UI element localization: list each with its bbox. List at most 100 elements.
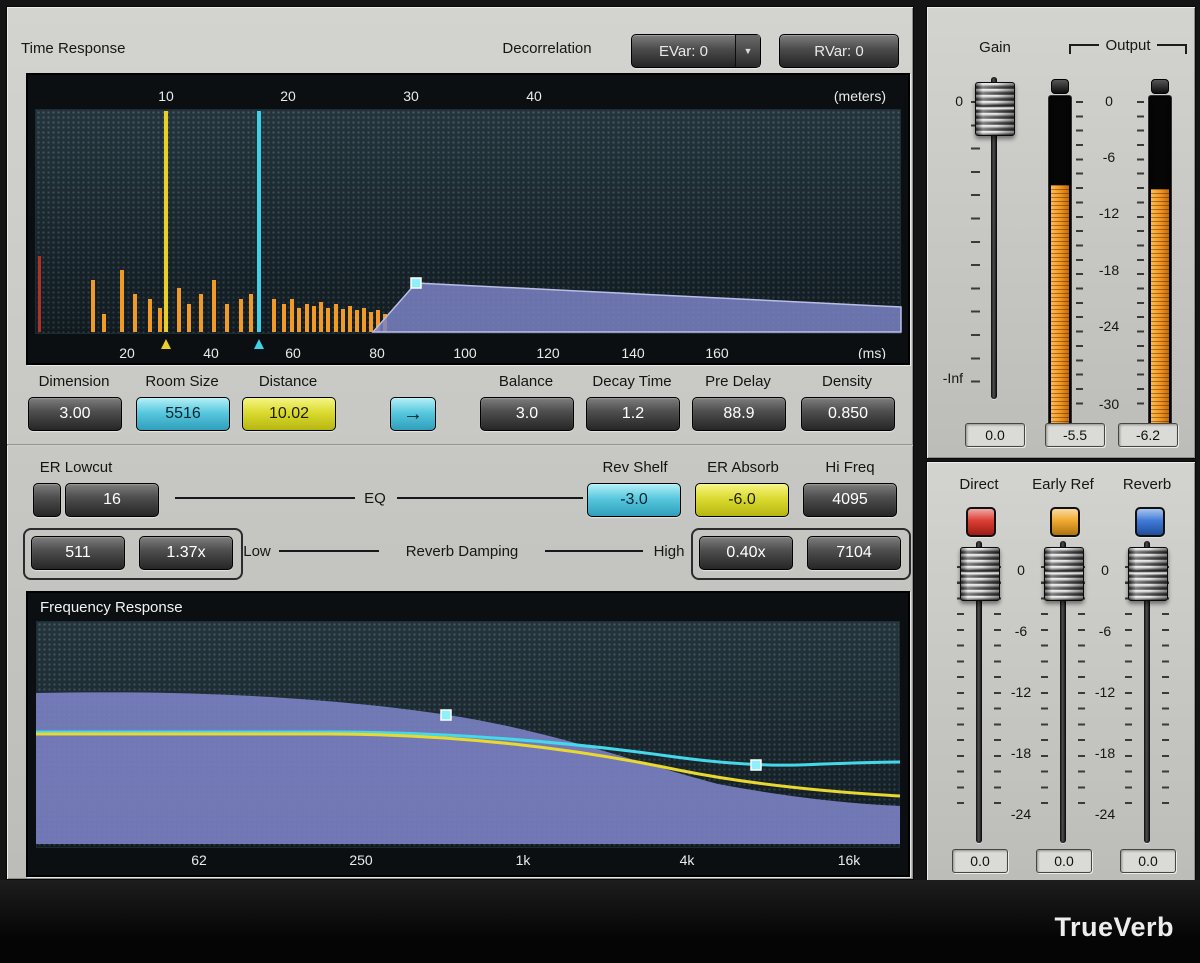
- eq-line-right: [397, 497, 583, 499]
- reverb-fader-knob[interactable]: [1128, 547, 1168, 601]
- reverb-level-area: [36, 692, 900, 844]
- rev-shelf-value[interactable]: -3.0: [587, 483, 681, 517]
- early-ref-label: Early Ref: [1023, 476, 1103, 494]
- distance-marker-line[interactable]: [164, 111, 168, 332]
- gain-label: Gain: [965, 39, 1025, 57]
- bottom-bar: TrueVerb: [0, 880, 1200, 963]
- mixer-scale-24: -24: [1087, 807, 1123, 822]
- pre-delay-value[interactable]: 88.9: [692, 397, 786, 431]
- output-left-peak-readout[interactable]: -5.5: [1045, 423, 1105, 447]
- distance-marker-triangle[interactable]: [161, 339, 171, 349]
- gain-readout[interactable]: 0.0: [965, 423, 1025, 447]
- rvar-button[interactable]: RVar: 0: [779, 34, 899, 68]
- reverb-mute-button[interactable]: [1135, 507, 1165, 537]
- frequency-response-plot: Frequency Response 62 250 1k 4k 16k: [28, 593, 904, 871]
- early-ref-mute-button[interactable]: [1050, 507, 1080, 537]
- bottom-axis-tick: 120: [536, 345, 560, 359]
- damping-high-freq-value[interactable]: 7104: [807, 536, 901, 570]
- damping-title: Reverb Damping: [387, 543, 537, 561]
- gain-fader-ticks: [971, 101, 980, 383]
- output-right-peak-readout[interactable]: -6.2: [1118, 423, 1178, 447]
- impulse-bars: [91, 270, 387, 332]
- time-response-plot: 10 20 30 40 (meters) 20 40 60 80 100 120: [28, 75, 904, 359]
- dimension-label: Dimension: [22, 373, 126, 390]
- reverb-label: Reverb: [1107, 476, 1187, 494]
- freq-axis-tick: 1k: [516, 852, 532, 868]
- pre-delay-label: Pre Delay: [686, 373, 790, 390]
- damping-high-ratio-value[interactable]: 0.40x: [699, 536, 793, 570]
- distance-link-arrow-button[interactable]: →: [390, 397, 436, 431]
- damping-low-freq-value[interactable]: 511: [31, 536, 125, 570]
- er-lowcut-toggle-button[interactable]: [33, 483, 61, 517]
- mixer-scale-12: -12: [1003, 685, 1039, 700]
- gain-scale-top: 0: [937, 94, 963, 109]
- freq-axis-tick: 62: [191, 852, 207, 868]
- early-ref-fader-knob[interactable]: [1044, 547, 1084, 601]
- dimension-value[interactable]: 3.00: [28, 397, 122, 431]
- damping-high-label: High: [647, 543, 691, 561]
- mixer-panel: Direct Early Ref Reverb 0 -6 -12 -18 -24…: [926, 461, 1196, 882]
- hi-freq-value[interactable]: 4095: [803, 483, 897, 517]
- gain-fader-knob[interactable]: [975, 82, 1015, 136]
- decay-time-value[interactable]: 1.2: [586, 397, 680, 431]
- meter-ticks-right: [1137, 101, 1144, 407]
- mixer-scale-0: 0: [1087, 563, 1123, 578]
- eq-title: EQ: [355, 490, 395, 508]
- top-axis-tick: 40: [526, 88, 542, 104]
- direct-sound-line: [38, 256, 41, 332]
- bottom-axis-tick: 160: [705, 345, 729, 359]
- top-axis-tick: 10: [158, 88, 174, 104]
- output-label: Output: [1099, 37, 1156, 55]
- direct-fader-ticks: [957, 566, 964, 818]
- er-lowcut-value[interactable]: 16: [65, 483, 159, 517]
- freq-axis-tick: 250: [349, 852, 373, 868]
- early-ref-readout[interactable]: 0.0: [1036, 849, 1092, 873]
- mixer-scale-24: -24: [1003, 807, 1039, 822]
- section-divider: [7, 444, 913, 446]
- room-size-label: Room Size: [130, 373, 234, 390]
- er-lowcut-label: ER Lowcut: [24, 459, 128, 476]
- meter-ticks-left: [1076, 101, 1083, 407]
- right-meter-clip-indicator[interactable]: [1151, 79, 1169, 94]
- bottom-axis-tick: 140: [621, 345, 645, 359]
- output-meter-left: [1048, 95, 1072, 427]
- reverb-readout[interactable]: 0.0: [1120, 849, 1176, 873]
- top-axis-unit: (meters): [834, 88, 886, 104]
- direct-fader-knob[interactable]: [960, 547, 1000, 601]
- evar-dropdown-arrow-icon[interactable]: ▼: [735, 35, 760, 67]
- output-meter-right-fill: [1151, 189, 1169, 424]
- mixer-scale-6: -6: [1087, 624, 1123, 639]
- direct-label: Direct: [939, 476, 1019, 494]
- distance-value[interactable]: 10.02: [242, 397, 336, 431]
- meter-scale-0: 0: [1087, 94, 1131, 109]
- room-size-value[interactable]: 5516: [136, 397, 230, 431]
- frequency-response-title: Frequency Response: [40, 599, 183, 616]
- mixer-scale-18: -18: [1087, 746, 1123, 761]
- meter-scale-18: -18: [1087, 263, 1131, 278]
- evar-button[interactable]: EVar: 0 ▼: [631, 34, 761, 68]
- balance-label: Balance: [474, 373, 578, 390]
- bottom-axis-tick: 80: [369, 345, 385, 359]
- direct-mute-button[interactable]: [966, 507, 996, 537]
- top-axis-tick: 30: [403, 88, 419, 104]
- hi-freq-handle[interactable]: [751, 760, 761, 770]
- envelope-handle[interactable]: [411, 278, 421, 288]
- balance-value[interactable]: 3.0: [480, 397, 574, 431]
- output-meter-left-fill: [1051, 185, 1069, 424]
- shelf-handle[interactable]: [441, 710, 451, 720]
- er-absorb-value[interactable]: -6.0: [695, 483, 789, 517]
- evar-value: EVar: 0: [632, 35, 735, 67]
- decorrelation-label: Decorrelation: [487, 40, 607, 58]
- time-response-graph: 10 20 30 40 (meters) 20 40 60 80 100 120: [26, 73, 910, 365]
- reverb-envelope: [373, 283, 901, 332]
- main-panel: Time Response Decorrelation EVar: 0 ▼ RV…: [6, 6, 914, 880]
- freq-axis-tick: 16k: [838, 852, 862, 868]
- meter-scale-24: -24: [1087, 319, 1131, 334]
- direct-readout[interactable]: 0.0: [952, 849, 1008, 873]
- room-size-marker-triangle[interactable]: [254, 339, 264, 349]
- density-value[interactable]: 0.850: [801, 397, 895, 431]
- hi-freq-label: Hi Freq: [798, 459, 902, 476]
- damping-low-ratio-value[interactable]: 1.37x: [139, 536, 233, 570]
- room-size-marker-line[interactable]: [257, 111, 261, 332]
- left-meter-clip-indicator[interactable]: [1051, 79, 1069, 94]
